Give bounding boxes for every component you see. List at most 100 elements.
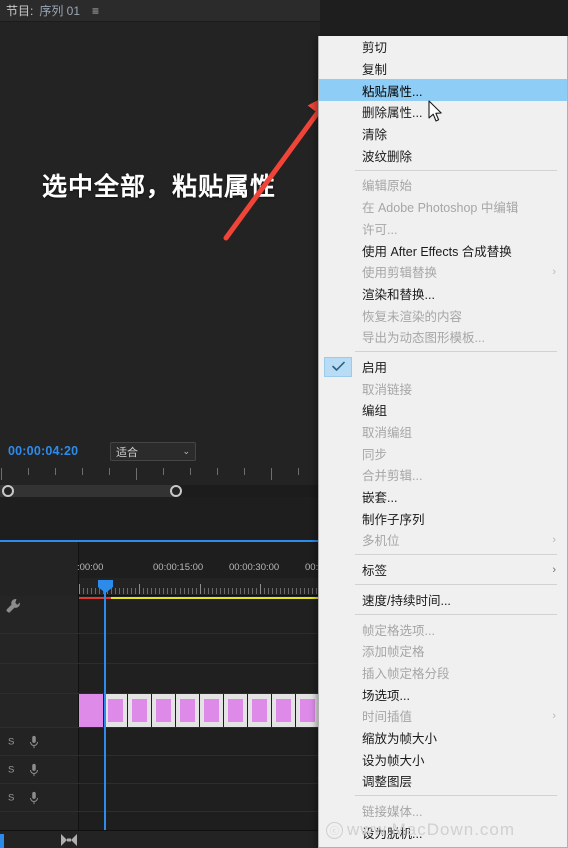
menu-item[interactable]: 使用 After Effects 合成替换 [319, 239, 567, 261]
timeline-clip[interactable] [224, 694, 248, 727]
menu-item[interactable]: 制作子序列 [319, 507, 567, 529]
timeline-clip[interactable] [128, 694, 152, 727]
menu-item[interactable]: 标签 › [319, 559, 567, 581]
timeline-clip[interactable] [152, 694, 176, 727]
timeline-tick [267, 588, 269, 594]
audio-track-1-solo-button[interactable]: S [8, 736, 14, 747]
menu-separator [355, 169, 557, 171]
microphone-icon[interactable] [28, 735, 40, 749]
audio-track-3-header[interactable]: S [0, 784, 79, 811]
menu-item-label: 编组 [362, 404, 388, 419]
menu-item-label: 编辑原始 [362, 179, 413, 194]
zoom-level-select[interactable]: 适合 ⌄ [110, 442, 196, 461]
audio-track-3[interactable]: S [0, 784, 320, 812]
render-bar-unrendered [79, 597, 111, 599]
menu-item[interactable]: 设为帧大小 [319, 748, 567, 770]
bowtie-zoom-icon[interactable] [60, 833, 78, 847]
timeline-tick [292, 588, 294, 594]
timeline-clip[interactable] [176, 694, 200, 727]
menu-item[interactable]: 速度/持续时间... [319, 589, 567, 611]
menu-item[interactable]: 场选项... [319, 683, 567, 705]
audio-track-2-body[interactable] [79, 756, 320, 783]
video-track-2[interactable] [0, 634, 320, 664]
audio-track-2-solo-button[interactable]: S [8, 764, 14, 775]
timeline-clip[interactable] [248, 694, 272, 727]
timeline-tick [83, 588, 85, 594]
microphone-icon[interactable] [28, 763, 40, 777]
audio-track-1-header[interactable]: S [0, 728, 79, 755]
clip-context-menu[interactable]: 剪切 复制 粘贴属性... 删除属性... 清除 波纹删除 编辑原始在 Adobe Phot… [318, 36, 568, 848]
wrench-icon[interactable] [4, 597, 22, 615]
menu-item[interactable]: 渲染和替换... [319, 283, 567, 305]
menu-item[interactable]: 编组 [319, 399, 567, 421]
video-track-3[interactable] [0, 596, 320, 634]
microphone-icon[interactable] [28, 791, 40, 805]
scrub-tick [217, 468, 218, 475]
video-track-1-header[interactable] [0, 694, 79, 727]
timeline-tick [123, 588, 125, 594]
submenu-chevron-icon: › [552, 533, 556, 546]
video-track-1b-header[interactable] [0, 664, 79, 693]
clip-strip[interactable] [79, 694, 344, 727]
scrub-handle-in[interactable] [2, 485, 14, 497]
audio-track-1[interactable]: S [0, 728, 320, 756]
timeline-tick [235, 588, 237, 594]
menu-item[interactable]: 设为脱机... [319, 821, 567, 843]
audio-track-3-solo-button[interactable]: S [8, 792, 14, 803]
scrub-tick [271, 468, 272, 480]
audio-track-2[interactable]: S [0, 756, 320, 784]
menu-item: 插入帧定格分段 [319, 662, 567, 684]
timeline-tick [227, 588, 229, 594]
menu-item[interactable]: 剪切 [319, 36, 567, 58]
video-track-1[interactable] [0, 694, 344, 728]
menu-item[interactable]: 粘贴属性... [319, 79, 567, 102]
video-track-2-header[interactable] [0, 634, 79, 663]
menu-item: 在 Adobe Photoshop 中编辑 [319, 196, 567, 218]
timeline-tick [183, 588, 185, 594]
menu-item-label: 使用 After Effects 合成替换 [362, 244, 512, 259]
scrub-handle-out[interactable] [170, 485, 182, 497]
timeline-clip[interactable] [272, 694, 296, 727]
menu-item-label: 在 Adobe Photoshop 中编辑 [362, 201, 519, 216]
menu-item[interactable]: 缩放为帧大小 [319, 727, 567, 749]
menu-item[interactable]: 启用 [319, 356, 567, 378]
timeline-tick [179, 588, 181, 594]
menu-item[interactable]: 嵌套... [319, 486, 567, 508]
menu-item: 恢复未渲染的内容 [319, 304, 567, 326]
menu-item[interactable]: 清除 [319, 123, 567, 145]
panel-menu-icon[interactable]: ≡ [92, 4, 99, 18]
timeline-ruler-label: 00:00:30:00 [229, 562, 280, 573]
audio-track-1-body[interactable] [79, 728, 320, 755]
program-monitor[interactable]: 选中全部，粘贴属性 [0, 22, 320, 437]
menu-item[interactable]: 复制 [319, 58, 567, 80]
timeline-tick [263, 588, 265, 594]
menu-item-label: 取消编组 [362, 426, 413, 441]
monitor-scrub-ruler[interactable] [0, 468, 542, 482]
video-track-3-body[interactable] [79, 596, 320, 633]
audio-track-2-header[interactable]: S [0, 756, 79, 783]
timeline-tick [247, 588, 249, 594]
video-track-1b[interactable] [0, 664, 320, 694]
menu-item-label: 取消链接 [362, 382, 413, 397]
menu-item[interactable]: 调整图层 [319, 770, 567, 792]
audio-track-3-body[interactable] [79, 784, 320, 811]
menu-item: 时间插值 › [319, 705, 567, 727]
playhead-line[interactable] [104, 580, 106, 848]
menu-separator [355, 584, 557, 585]
video-track-1b-body[interactable] [79, 664, 320, 693]
scrub-tick [190, 468, 191, 475]
video-track-2-body[interactable] [79, 634, 320, 663]
current-timecode[interactable]: 00:00:04:20 [8, 444, 78, 458]
timeline-clip[interactable] [200, 694, 224, 727]
timeline-tick [191, 588, 193, 594]
menu-separator [355, 613, 557, 615]
timeline-clip[interactable] [104, 694, 128, 727]
timeline-clip[interactable] [296, 694, 320, 727]
timeline-panel[interactable]: S S S:00:00 00:00:15:00 00:00:30:00 [0, 542, 344, 848]
timeline-ruler[interactable]: :00:0000:00:15:0000:00:30:0000:00:4 [77, 562, 337, 596]
menu-item-label: 使用剪辑替换 [362, 266, 438, 281]
timeline-clip[interactable] [79, 694, 104, 727]
timeline-tick [203, 588, 205, 594]
menu-item[interactable]: 波纹删除 [319, 144, 567, 166]
monitor-scrub-bar[interactable] [0, 485, 320, 497]
